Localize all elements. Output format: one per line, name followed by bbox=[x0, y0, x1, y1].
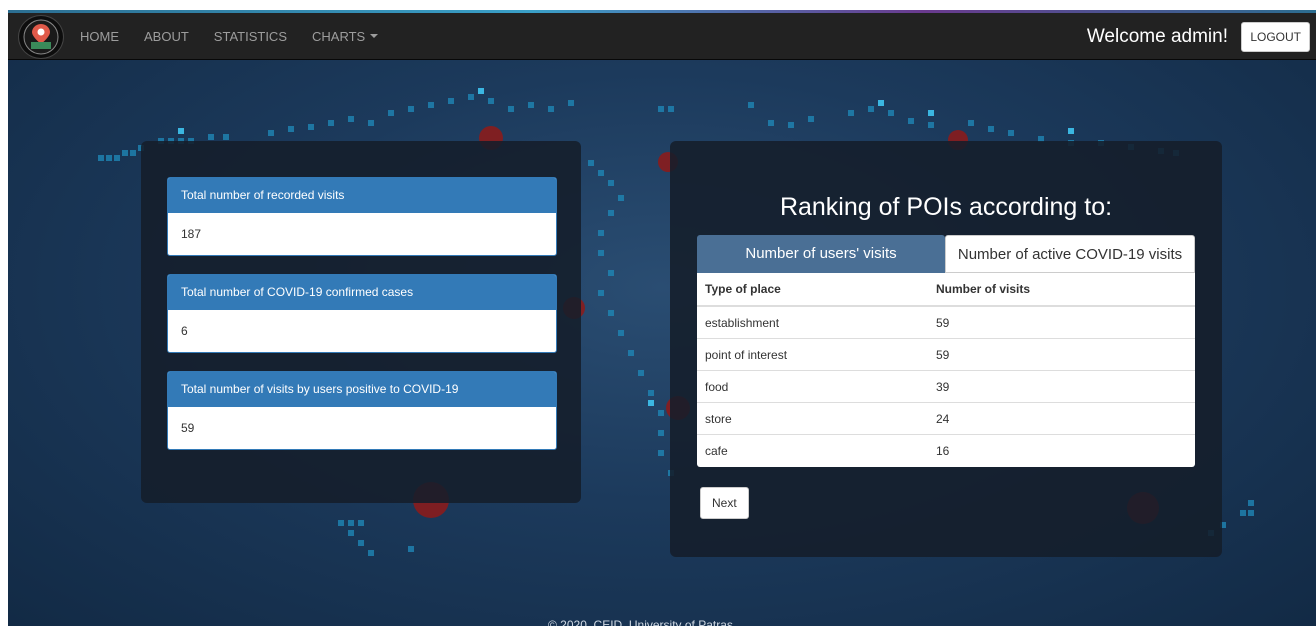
tab-users-visits[interactable]: Number of users' visits bbox=[697, 235, 945, 273]
stat-card-value: 6 bbox=[181, 324, 188, 338]
app-frame: HOME ABOUT STATISTICS CHARTS Welcome adm… bbox=[8, 10, 1316, 626]
nav-home[interactable]: HOME bbox=[80, 29, 119, 44]
stat-card-value: 187 bbox=[181, 227, 202, 241]
ranking-title: Ranking of POIs according to: bbox=[779, 193, 1113, 221]
table-row: food 39 bbox=[697, 370, 1195, 403]
nav-statistics[interactable]: STATISTICS bbox=[214, 29, 287, 44]
app-logo[interactable] bbox=[18, 15, 64, 59]
welcome-message: Welcome admin! bbox=[1086, 26, 1228, 47]
stat-card-confirmed-cases: Total number of COVID-19 confirmed cases… bbox=[167, 274, 557, 353]
table-row: cafe 16 bbox=[697, 434, 1195, 466]
stat-card-title: Total number of visits by users positive… bbox=[168, 372, 556, 407]
nav-about[interactable]: ABOUT bbox=[144, 29, 189, 44]
cell-type: establishment bbox=[697, 305, 928, 339]
cell-visits: 39 bbox=[928, 370, 1195, 403]
cell-type: cafe bbox=[697, 434, 928, 466]
cell-visits: 16 bbox=[928, 434, 1195, 466]
table-row: store 24 bbox=[697, 402, 1195, 435]
nav-charts-label: CHARTS bbox=[312, 28, 366, 44]
ranking-tabs: Number of users' visits Number of active… bbox=[697, 235, 1195, 273]
caret-down-icon bbox=[370, 34, 379, 38]
statistics-panel: Total number of recorded visits 187 Tota… bbox=[141, 141, 581, 503]
stat-card-title: Total number of COVID-19 confirmed cases bbox=[168, 275, 556, 310]
cell-visits: 24 bbox=[928, 402, 1195, 435]
column-header-type: Type of place bbox=[697, 273, 928, 307]
cell-visits: 59 bbox=[928, 305, 1195, 339]
column-header-visits: Number of visits bbox=[928, 273, 1195, 307]
footer-copyright: © 2020, CEID, University of Patras bbox=[548, 618, 733, 626]
stat-card-title: Total number of recorded visits bbox=[168, 178, 556, 213]
next-page-button[interactable]: Next bbox=[700, 487, 749, 519]
cell-type: food bbox=[697, 370, 928, 403]
ranking-table: Type of place Number of visits establish… bbox=[697, 273, 1195, 467]
table-header-row: Type of place Number of visits bbox=[697, 273, 1195, 307]
ranking-panel: Ranking of POIs according to: Number of … bbox=[670, 141, 1222, 557]
top-navbar: HOME ABOUT STATISTICS CHARTS Welcome adm… bbox=[8, 13, 1316, 60]
table-row: point of interest 59 bbox=[697, 338, 1195, 371]
nav-menu: HOME ABOUT STATISTICS CHARTS bbox=[80, 13, 403, 59]
cell-type: point of interest bbox=[697, 338, 928, 371]
stat-card-value: 59 bbox=[181, 421, 195, 435]
cell-visits: 59 bbox=[928, 338, 1195, 371]
nav-charts-dropdown[interactable]: CHARTS bbox=[312, 28, 379, 44]
logout-button[interactable]: LOGOUT bbox=[1241, 22, 1310, 52]
cell-type: store bbox=[697, 402, 928, 435]
stat-card-positive-visits: Total number of visits by users positive… bbox=[167, 371, 557, 450]
stat-card-recorded-visits: Total number of recorded visits 187 bbox=[167, 177, 557, 256]
tab-covid-visits[interactable]: Number of active COVID-19 visits bbox=[945, 235, 1195, 273]
table-row: establishment 59 bbox=[697, 305, 1195, 339]
